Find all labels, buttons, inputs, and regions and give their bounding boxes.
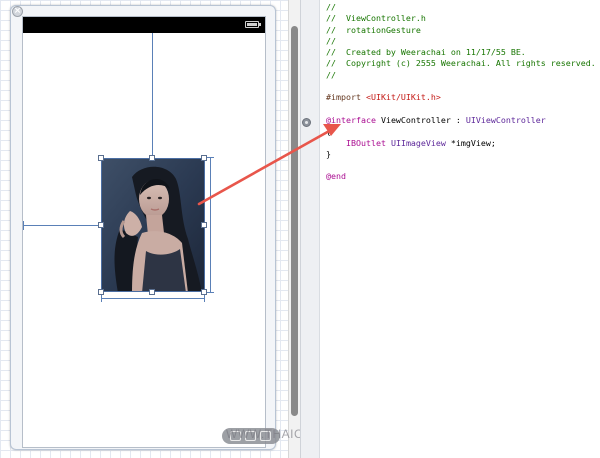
resize-handle-top-right[interactable] <box>201 155 207 161</box>
photo-of-woman-image <box>102 159 204 291</box>
height-guide-cap-top <box>206 157 214 158</box>
code-line[interactable]: } <box>326 149 596 160</box>
code-line[interactable]: // <box>326 2 596 13</box>
code-token: } <box>326 148 331 159</box>
canvas-scrollbar[interactable] <box>288 0 300 458</box>
code-editor[interactable]: //// ViewController.h// rotationGesture /… <box>320 0 600 458</box>
width-guide <box>101 298 205 299</box>
code-token: { <box>326 126 331 137</box>
code-lines: //// ViewController.h// rotationGesture /… <box>326 2 596 183</box>
battery-icon <box>245 21 261 28</box>
code-line[interactable] <box>326 104 596 115</box>
image-view[interactable] <box>101 158 205 292</box>
code-line[interactable]: // <box>326 70 596 81</box>
code-line[interactable] <box>326 81 596 92</box>
resize-handle-bottom-left[interactable] <box>98 289 104 295</box>
code-line[interactable]: // rotationGesture <box>326 25 596 36</box>
resize-handle-top[interactable] <box>149 155 155 161</box>
code-token: @interface <box>326 114 376 125</box>
width-guide-cap-right <box>204 294 205 302</box>
code-line[interactable]: #import <UIKit/UIKit.h> <box>326 92 596 103</box>
code-line[interactable]: // Created by Weerachai on 11/17/55 BE. <box>326 47 596 58</box>
height-guide <box>210 157 211 293</box>
code-token: *imgView; <box>445 137 496 148</box>
code-token: // <box>326 69 336 80</box>
code-token: // ViewController.h <box>326 13 426 24</box>
code-line[interactable]: // <box>326 36 596 47</box>
status-bar <box>23 17 265 33</box>
code-token: IBOutlet <box>326 137 386 148</box>
resize-handle-bottom-right[interactable] <box>201 289 207 295</box>
code-token: @end <box>326 171 346 182</box>
code-token: // <box>326 2 336 12</box>
code-token: // Copyright (c) 2555 Weerachai. All rig… <box>326 58 596 69</box>
code-line[interactable]: // ViewController.h <box>326 13 596 24</box>
top-spacing-guide <box>152 33 153 158</box>
canvas-scroll-thumb[interactable] <box>291 26 298 416</box>
code-token: // Created by Weerachai on 11/17/55 BE. <box>326 47 526 58</box>
code-token: UIViewController <box>465 114 546 125</box>
editor-gutter-divider <box>300 0 320 458</box>
code-token: UIImageView <box>390 137 446 148</box>
code-token: // rotationGesture <box>326 24 421 35</box>
device-screen-view[interactable] <box>22 16 266 448</box>
code-line[interactable] <box>326 160 596 171</box>
resize-handle-right[interactable] <box>201 222 207 228</box>
code-token: #import <box>326 92 366 103</box>
leading-guide-cap <box>23 221 24 230</box>
code-token: <UIKit/UIKit.h> <box>365 92 441 103</box>
code-line[interactable]: // Copyright (c) 2555 Weerachai. All rig… <box>326 58 596 69</box>
code-line[interactable]: { <box>326 126 596 137</box>
height-guide-cap-bottom <box>206 292 214 293</box>
code-line[interactable]: @interface ViewController : UIViewContro… <box>326 115 596 126</box>
width-guide-cap-left <box>101 294 102 302</box>
code-line[interactable]: IBOutlet UIImageView *imgView; <box>326 138 596 149</box>
resize-handle-left[interactable] <box>98 222 104 228</box>
resize-handle-bottom[interactable] <box>149 289 155 295</box>
leading-spacing-guide <box>23 225 101 226</box>
outlet-connection-icon[interactable] <box>302 118 311 127</box>
code-token: // <box>326 35 336 46</box>
code-line[interactable]: @end <box>326 171 596 182</box>
resize-handle-top-left[interactable] <box>98 155 104 161</box>
code-token: ViewController : <box>375 114 466 125</box>
